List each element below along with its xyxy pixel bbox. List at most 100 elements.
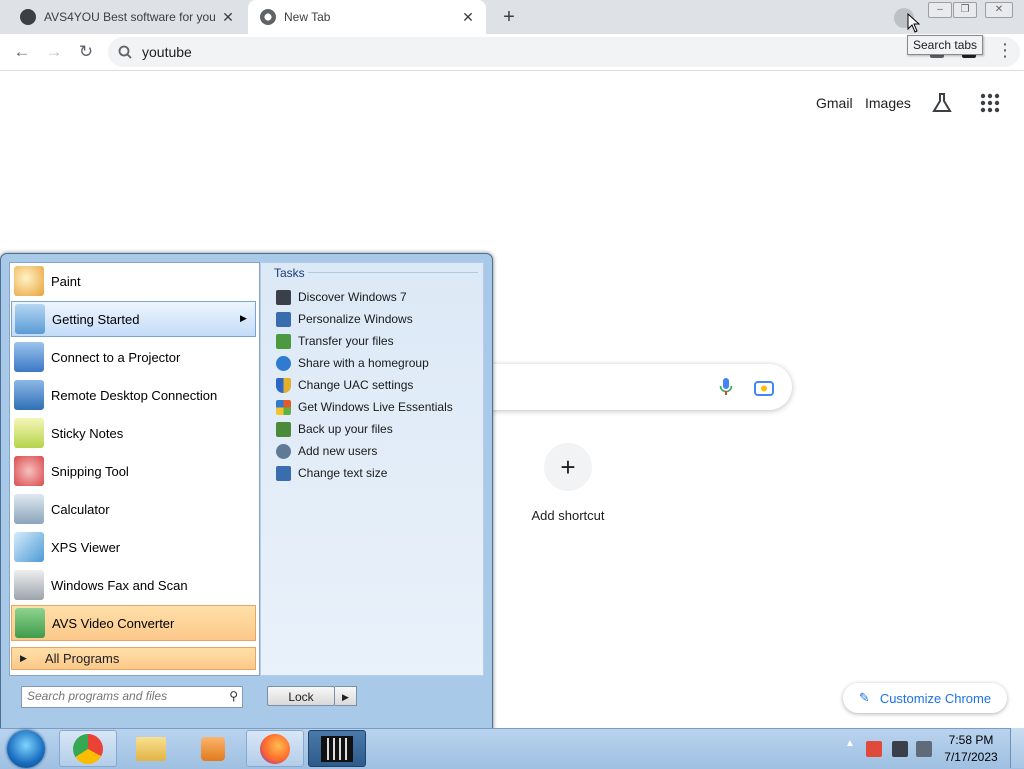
program-connect-projector[interactable]: Connect to a Projector: [11, 339, 256, 375]
program-label: Calculator: [51, 501, 110, 517]
forward-arrow-icon[interactable]: →: [44, 42, 64, 62]
minimize-button[interactable]: –: [928, 2, 952, 18]
text-size-icon: [276, 465, 291, 481]
taskbar-firefox[interactable]: [246, 730, 304, 767]
power-options-arrow-icon[interactable]: ▶: [335, 686, 357, 706]
add-shortcut-button[interactable]: +: [544, 443, 592, 491]
customize-chrome-button[interactable]: ✎ Customize Chrome: [843, 683, 1007, 713]
program-fax-scan[interactable]: Windows Fax and Scan: [11, 567, 256, 603]
address-bar-text[interactable]: youtube: [142, 44, 192, 60]
tab-new-tab[interactable]: New Tab ✕: [248, 0, 486, 34]
apps-grid-icon[interactable]: [980, 93, 1000, 113]
reload-icon[interactable]: ↻: [76, 42, 96, 62]
chrome-icon: [73, 733, 103, 764]
start-search-input[interactable]: [22, 687, 217, 705]
program-paint[interactable]: Paint: [11, 263, 256, 299]
show-desktop-button[interactable]: [1010, 728, 1024, 768]
task-label: Change UAC settings: [298, 378, 414, 392]
back-arrow-icon[interactable]: ←: [12, 42, 32, 62]
search-icon: [118, 45, 132, 59]
network-icon[interactable]: [892, 741, 908, 757]
task-windows-live[interactable]: Get Windows Live Essentials: [276, 397, 453, 417]
paint-icon: [14, 266, 44, 296]
submenu-arrow-icon[interactable]: ▶: [240, 313, 247, 324]
menu-kebab-icon[interactable]: ⋮: [996, 40, 1014, 61]
close-window-button[interactable]: ✕: [985, 2, 1013, 18]
homegroup-icon: [276, 355, 291, 371]
all-programs-button[interactable]: ▶ All Programs: [11, 647, 256, 670]
calculator-icon: [14, 494, 44, 524]
avs-converter-icon: [15, 608, 45, 638]
program-label: Connect to a Projector: [51, 349, 181, 365]
program-sticky-notes[interactable]: Sticky Notes: [11, 415, 256, 451]
task-transfer-files[interactable]: Transfer your files: [276, 331, 394, 351]
xps-viewer-icon: [14, 532, 44, 562]
getting-started-icon: [15, 304, 45, 334]
task-share-homegroup[interactable]: Share with a homegroup: [276, 353, 429, 373]
task-back-up-files[interactable]: Back up your files: [276, 419, 393, 439]
users-icon: [276, 443, 291, 459]
google-search-box[interactable]: [470, 364, 792, 410]
snipping-tool-icon: [14, 456, 44, 486]
task-label: Add new users: [298, 444, 378, 458]
customize-chrome-label: Customize Chrome: [879, 690, 992, 706]
task-label: Discover Windows 7: [298, 290, 407, 304]
images-link[interactable]: Images: [865, 95, 911, 111]
close-icon[interactable]: ✕: [220, 9, 236, 25]
program-label: XPS Viewer: [51, 539, 121, 555]
program-label: Windows Fax and Scan: [51, 577, 188, 593]
personalize-icon: [276, 311, 291, 327]
tooltip: Search tabs: [907, 35, 984, 55]
add-shortcut-label: Add shortcut: [531, 508, 605, 523]
new-tab-button[interactable]: +: [500, 7, 518, 27]
task-personalize-windows[interactable]: Personalize Windows: [276, 309, 413, 329]
program-remote-desktop[interactable]: Remote Desktop Connection: [11, 377, 256, 413]
all-programs-label: All Programs: [44, 651, 120, 666]
tab-avs4you[interactable]: AVS4YOU Best software for you c ✕: [8, 0, 246, 34]
close-icon[interactable]: ✕: [460, 9, 476, 25]
avs4you-favicon-icon: [20, 9, 36, 25]
task-add-users[interactable]: Add new users: [276, 441, 377, 461]
gmail-link[interactable]: Gmail: [816, 95, 853, 111]
sticky-notes-icon: [14, 418, 44, 448]
clock-date[interactable]: 7/17/2023: [940, 750, 1002, 764]
program-label: AVS Video Converter: [52, 615, 175, 631]
labs-flask-icon[interactable]: [931, 92, 953, 114]
task-label: Transfer your files: [298, 334, 394, 348]
uac-shield-icon: [276, 377, 291, 393]
task-change-text-size[interactable]: Change text size: [276, 463, 387, 483]
discover-icon: [276, 289, 291, 305]
action-center-flag-icon[interactable]: [866, 741, 882, 757]
camera-lens-icon[interactable]: [754, 379, 774, 396]
show-hidden-icons-icon[interactable]: ▲: [845, 738, 855, 749]
program-snipping-tool[interactable]: Snipping Tool: [11, 453, 256, 489]
program-getting-started[interactable]: Getting Started: [11, 301, 256, 337]
remote-desktop-icon: [14, 380, 44, 410]
folder-icon: [136, 736, 166, 761]
task-discover-windows[interactable]: Discover Windows 7: [276, 287, 407, 307]
start-button[interactable]: [7, 730, 45, 768]
program-calculator[interactable]: Calculator: [11, 491, 256, 527]
taskbar-media-player[interactable]: [184, 730, 242, 767]
taskbar-chrome[interactable]: [59, 730, 117, 767]
volume-muted-icon[interactable]: [916, 741, 932, 757]
pencil-icon: ✎: [858, 690, 870, 705]
program-label: Getting Started: [52, 311, 140, 327]
clock-time[interactable]: 7:58 PM: [940, 733, 1002, 747]
program-xps-viewer[interactable]: XPS Viewer: [11, 529, 256, 565]
fax-scan-icon: [14, 570, 44, 600]
lock-button[interactable]: Lock: [267, 686, 335, 706]
search-icon[interactable]: ⚲: [229, 689, 238, 703]
program-avs-video-converter[interactable]: AVS Video Converter: [11, 605, 256, 641]
restore-button[interactable]: ❐: [953, 2, 977, 18]
triangle-right-icon: ▶: [20, 653, 27, 663]
windows-live-icon: [276, 399, 291, 415]
taskbar-explorer[interactable]: [122, 730, 180, 767]
task-label: Personalize Windows: [298, 312, 413, 326]
microphone-icon[interactable]: [719, 377, 733, 397]
task-change-uac[interactable]: Change UAC settings: [276, 375, 413, 395]
taskbar-avs-video-converter[interactable]: [308, 730, 366, 767]
start-search-field[interactable]: ⚲: [21, 686, 243, 708]
address-bar[interactable]: [108, 37, 1020, 67]
transfer-icon: [276, 333, 291, 349]
